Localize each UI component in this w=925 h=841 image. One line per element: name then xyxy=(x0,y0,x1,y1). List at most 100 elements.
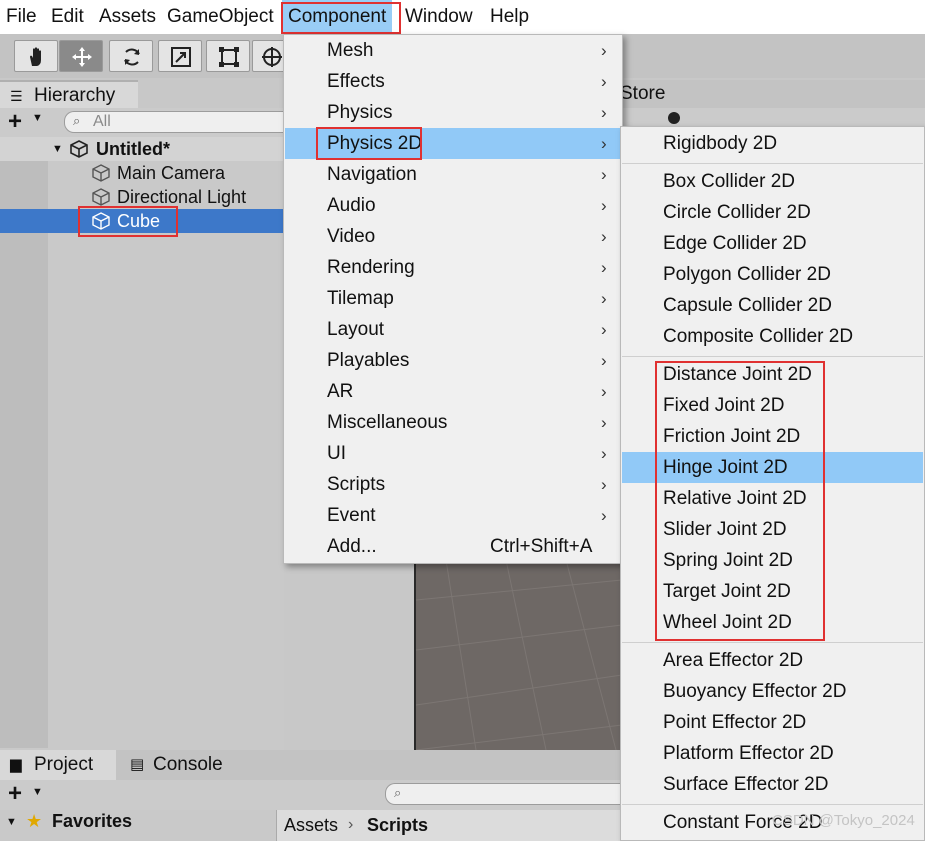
add-shortcut: Ctrl+Shift+A xyxy=(490,536,593,557)
menu-separator xyxy=(622,642,923,643)
dropdown-arrow-icon[interactable]: ▼ xyxy=(32,112,43,124)
menu-item-spring-joint-2d[interactable]: Spring Joint 2D xyxy=(622,545,923,576)
rect-tool-icon xyxy=(219,47,239,67)
menu-item-friction-joint-2d[interactable]: Friction Joint 2D xyxy=(622,421,923,452)
menu-item-physics-2d[interactable]: Physics 2D › xyxy=(285,128,621,159)
menu-item-composite-collider-2d[interactable]: Composite Collider 2D xyxy=(622,321,923,352)
dropdown-arrow-icon[interactable]: ▼ xyxy=(32,786,43,798)
tab-hierarchy[interactable]: ☰ Hierarchy xyxy=(0,80,138,110)
chevron-right-icon: › xyxy=(601,227,607,246)
menu-item-capsule-collider-2d[interactable]: Capsule Collider 2D xyxy=(622,290,923,321)
chevron-right-icon: › xyxy=(601,320,607,339)
hierarchy-item-label: Directional Light xyxy=(117,187,247,207)
menu-item-physics[interactable]: Physics › xyxy=(285,97,621,128)
add-icon[interactable]: + xyxy=(8,108,22,136)
breadcrumb: Assets › Scripts xyxy=(276,810,621,841)
menu-item-edge-collider-2d[interactable]: Edge Collider 2D xyxy=(622,228,923,259)
move-tool-button[interactable] xyxy=(59,40,103,72)
menu-item-area-effector-2d[interactable]: Area Effector 2D xyxy=(622,645,923,676)
menu-item-tilemap[interactable]: Tilemap › xyxy=(285,283,621,314)
chevron-right-icon: › xyxy=(601,134,607,153)
star-icon: ★ xyxy=(26,811,43,831)
watermark: CSDN @Tokyo_2024 xyxy=(772,812,915,829)
menu-item-relative-joint-2d[interactable]: Relative Joint 2D xyxy=(622,483,923,514)
menu-edit[interactable]: Edit xyxy=(51,0,84,34)
rect-tool-button[interactable] xyxy=(206,40,250,72)
scene-row[interactable]: ▼ Untitled* xyxy=(0,137,284,161)
menu-item-point-effector-2d[interactable]: Point Effector 2D xyxy=(622,707,923,738)
menu-item-scripts[interactable]: Scripts › xyxy=(285,469,621,500)
menu-separator xyxy=(622,163,923,164)
menu-item-ui[interactable]: UI › xyxy=(285,438,621,469)
menu-item-event[interactable]: Event › xyxy=(285,500,621,531)
chevron-right-icon: › xyxy=(348,816,354,833)
menu-item-rendering[interactable]: Rendering › xyxy=(285,252,621,283)
tab-console-label: Console xyxy=(153,754,223,775)
hierarchy-item[interactable]: Directional Light xyxy=(0,185,284,209)
hierarchy-item[interactable]: Main Camera xyxy=(0,161,284,185)
menu-separator xyxy=(622,356,923,357)
transform-tool-icon xyxy=(262,47,282,67)
menu-item-miscellaneous[interactable]: Miscellaneous › xyxy=(285,407,621,438)
menu-item-navigation[interactable]: Navigation › xyxy=(285,159,621,190)
rotate-tool-icon xyxy=(124,48,140,66)
add-icon[interactable]: + xyxy=(8,780,22,808)
tab-project[interactable]: ▆ Project xyxy=(0,750,116,780)
menu-item-rigidbody-2d[interactable]: Rigidbody 2D xyxy=(622,128,923,159)
menu-window[interactable]: Window xyxy=(405,0,473,34)
menu-item-add[interactable]: Add... Ctrl+Shift+A xyxy=(285,531,621,562)
hand-tool-icon xyxy=(30,47,41,66)
menu-item-layout[interactable]: Layout › xyxy=(285,314,621,345)
menu-item-platform-effector-2d[interactable]: Platform Effector 2D xyxy=(622,738,923,769)
hierarchy-item-selected[interactable]: Cube xyxy=(0,209,284,233)
menu-item-circle-collider-2d[interactable]: Circle Collider 2D xyxy=(622,197,923,228)
cube-icon xyxy=(92,164,110,182)
scene-view[interactable] xyxy=(414,560,622,750)
menu-item-effects[interactable]: Effects › xyxy=(285,66,621,97)
hierarchy-search-input[interactable]: ⌕ All xyxy=(64,111,284,133)
menu-assets[interactable]: Assets xyxy=(99,0,156,34)
chevron-right-icon: › xyxy=(601,475,607,494)
hand-tool-button[interactable] xyxy=(14,40,58,72)
menu-component[interactable]: Component xyxy=(282,0,393,34)
menu-item-distance-joint-2d[interactable]: Distance Joint 2D xyxy=(622,359,923,390)
tab-console[interactable]: ▤ Console xyxy=(126,750,256,780)
menu-item-playables[interactable]: Playables › xyxy=(285,345,621,376)
transform-tool-button[interactable] xyxy=(252,40,286,72)
physics2d-submenu: Rigidbody 2D Box Collider 2D Circle Coll… xyxy=(620,126,925,841)
menu-item-video[interactable]: Video › xyxy=(285,221,621,252)
menu-item-slider-joint-2d[interactable]: Slider Joint 2D xyxy=(622,514,923,545)
chevron-right-icon: › xyxy=(601,289,607,308)
tab-store[interactable]: Store xyxy=(620,80,665,108)
breadcrumb-assets[interactable]: Assets xyxy=(284,810,338,840)
breadcrumb-scripts[interactable]: Scripts xyxy=(367,810,428,840)
menu-item-fixed-joint-2d[interactable]: Fixed Joint 2D xyxy=(622,390,923,421)
search-icon: ⌕ xyxy=(73,113,81,128)
menu-item-mesh[interactable]: Mesh › xyxy=(285,35,621,66)
chevron-right-icon: › xyxy=(601,103,607,122)
bottom-tab-bar: ▆ Project ▤ Console xyxy=(0,750,620,780)
menu-file[interactable]: File xyxy=(6,0,37,34)
menu-help[interactable]: Help xyxy=(490,0,529,34)
expand-arrow-icon[interactable]: ▼ xyxy=(6,816,17,828)
scale-tool-button[interactable] xyxy=(158,40,202,72)
menu-item-hinge-joint-2d[interactable]: Hinge Joint 2D xyxy=(622,452,923,483)
chevron-right-icon: › xyxy=(601,444,607,463)
chevron-right-icon: › xyxy=(601,382,607,401)
scene-name: Untitled* xyxy=(96,139,170,159)
menu-item-surface-effector-2d[interactable]: Surface Effector 2D xyxy=(622,769,923,800)
menu-item-buoyancy-effector-2d[interactable]: Buoyancy Effector 2D xyxy=(622,676,923,707)
rotate-tool-button[interactable] xyxy=(109,40,153,72)
menu-item-audio[interactable]: Audio › xyxy=(285,190,621,221)
menu-gameobject[interactable]: GameObject xyxy=(167,0,274,34)
menu-item-box-collider-2d[interactable]: Box Collider 2D xyxy=(622,166,923,197)
store-tab-strip: Store xyxy=(620,80,925,108)
expand-arrow-icon[interactable]: ▼ xyxy=(52,137,63,161)
menu-item-polygon-collider-2d[interactable]: Polygon Collider 2D xyxy=(622,259,923,290)
menu-item-ar[interactable]: AR › xyxy=(285,376,621,407)
unity-logo-icon xyxy=(70,140,88,158)
project-search-input[interactable]: ⌕ xyxy=(385,783,620,805)
menu-item-wheel-joint-2d[interactable]: Wheel Joint 2D xyxy=(622,607,923,638)
menu-item-target-joint-2d[interactable]: Target Joint 2D xyxy=(622,576,923,607)
cube-icon xyxy=(92,188,110,206)
